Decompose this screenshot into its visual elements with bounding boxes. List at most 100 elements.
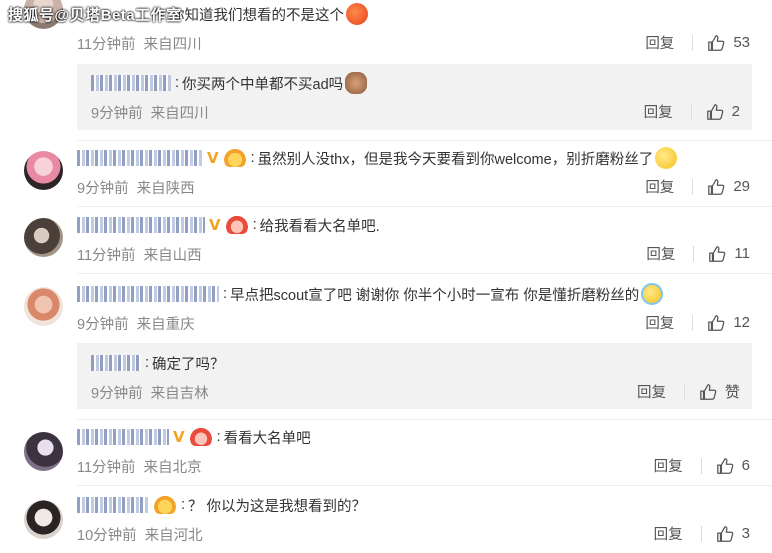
comment-meta: 11分钟前 来自山西	[77, 244, 202, 265]
username-blurred[interactable]	[77, 150, 203, 166]
divider	[700, 525, 702, 542]
reply-box: : 你买两个中单都不买ad吗 9分钟前 来自四川 回复 2	[77, 64, 752, 130]
comment-location: 来自河北	[144, 528, 203, 544]
reply-button[interactable]: 回复	[654, 455, 683, 476]
comment-location: 来自重庆	[136, 317, 195, 333]
like-button[interactable]: 赞	[699, 381, 740, 402]
like-button[interactable]: 3	[716, 525, 750, 543]
comment-text: ？ 你以为这是我想看到的？	[188, 498, 367, 515]
username-blurred[interactable]	[77, 286, 219, 302]
like-count: 29	[733, 178, 750, 195]
like-button[interactable]: 2	[706, 103, 740, 121]
reply-meta: 9分钟前 来自四川	[91, 102, 209, 123]
verified-v-badge: V	[209, 216, 221, 234]
username-blurred[interactable]	[91, 355, 141, 371]
monkey-icon	[345, 72, 368, 94]
like-button[interactable]: 53	[707, 34, 750, 52]
avatar[interactable]	[24, 218, 63, 257]
comment-actions: 回复 53	[645, 32, 750, 53]
reply-text: 你买两个中单都不买ad吗	[182, 76, 344, 93]
divider	[700, 457, 702, 474]
comment-meta: 10分钟前 来自河北	[77, 524, 203, 545]
comment-body: : ？ 你以为这是我想看到的？	[77, 494, 366, 516]
thumbs-up-icon	[709, 245, 726, 262]
comment-actions: 回复 11	[646, 243, 750, 264]
comment-meta: 9分钟前 来自重庆	[77, 313, 195, 334]
comment-time: 9分钟前	[77, 181, 129, 197]
reply-time: 9分钟前	[91, 386, 143, 402]
reply-actions: 回复 2	[644, 101, 740, 122]
smile-face-icon	[655, 147, 678, 169]
divider	[77, 419, 772, 420]
thumbs-up-icon	[708, 34, 725, 51]
divider	[683, 383, 685, 400]
avatar[interactable]	[24, 151, 63, 190]
crown-badge-icon	[189, 428, 212, 446]
like-button[interactable]: 12	[707, 314, 750, 332]
reply-button[interactable]: 回复	[645, 312, 674, 333]
like-button[interactable]: 6	[716, 457, 750, 475]
like-button[interactable]: 29	[707, 178, 750, 196]
colon: :	[223, 286, 228, 302]
comment-actions: 回复 12	[645, 312, 750, 333]
comment-body: 你知道我们想看的不是这个	[170, 3, 368, 25]
colon: :	[250, 150, 255, 166]
comment-actions: 回复 6	[654, 455, 750, 476]
avatar[interactable]	[24, 287, 63, 326]
reply-body: : 确定了吗？	[91, 352, 225, 374]
comment-body: V : 虽然别人没thx，但是我今天要看到你welcome，别折磨粉丝了	[77, 147, 678, 169]
avatar[interactable]	[24, 432, 63, 471]
comment-text: 虽然别人没thx，但是我今天要看到你welcome，别折磨粉丝了	[257, 151, 654, 168]
reply-button[interactable]: 回复	[637, 381, 666, 402]
like-count: 6	[741, 457, 750, 474]
crown-badge-icon	[225, 216, 248, 234]
comment-time: 11分钟前	[77, 37, 136, 53]
reply-button[interactable]: 回复	[654, 523, 683, 544]
colon: :	[216, 429, 221, 445]
comment-text: 看看大名单吧	[223, 430, 311, 447]
verified-v-badge: V	[207, 149, 219, 167]
reply-text: 确定了吗？	[152, 356, 225, 373]
username-blurred[interactable]	[91, 75, 171, 91]
reply-time: 9分钟前	[91, 106, 143, 122]
reply-button[interactable]: 回复	[644, 101, 673, 122]
comment-meta: 11分钟前 来自北京	[77, 456, 202, 477]
comment-meta: 11分钟前 来自四川	[77, 33, 202, 54]
reply-button[interactable]: 回复	[645, 176, 674, 197]
thumbs-up-icon	[708, 178, 725, 195]
reply-button[interactable]: 回复	[646, 243, 675, 264]
reply-button[interactable]: 回复	[645, 32, 674, 53]
username-blurred[interactable]	[77, 497, 149, 513]
comment-actions: 回复 3	[654, 523, 750, 544]
like-count: 53	[733, 34, 750, 51]
divider	[77, 485, 772, 486]
reply-actions: 回复 赞	[637, 381, 740, 402]
thumbs-up-icon	[716, 457, 733, 474]
reply-location: 来自四川	[150, 106, 209, 122]
comment-text: 给我看看大名单吧.	[259, 218, 380, 235]
divider	[693, 245, 695, 262]
divider	[692, 178, 694, 195]
comment-time: 10分钟前	[77, 528, 137, 544]
thumbs-up-icon	[706, 103, 723, 120]
like-count: 2	[731, 103, 740, 120]
crying-face-icon	[641, 283, 664, 305]
avatar[interactable]	[24, 500, 63, 539]
comment-time: 11分钟前	[77, 460, 136, 476]
reply-box: : 确定了吗？ 9分钟前 来自吉林 回复 赞	[77, 343, 752, 409]
thumbs-up-icon	[716, 525, 733, 542]
like-button[interactable]: 11	[708, 245, 750, 263]
username-blurred[interactable]	[77, 217, 205, 233]
comment-body: V : 给我看看大名单吧.	[77, 214, 380, 236]
divider	[77, 206, 772, 207]
comment-body: : 早点把scout宣了吧 谢谢你 你半个小时一宣布 你是懂折磨粉丝的	[77, 283, 664, 305]
angry-face-icon	[346, 3, 368, 25]
comment-location: 来自四川	[143, 37, 202, 53]
username-blurred[interactable]	[77, 429, 169, 445]
comment-location: 来自陕西	[136, 181, 195, 197]
verified-v-badge: V	[173, 428, 185, 446]
like-count: 12	[733, 314, 750, 331]
like-count: 3	[741, 525, 750, 542]
comment-location: 来自北京	[143, 460, 202, 476]
crown-badge-icon	[223, 149, 246, 167]
